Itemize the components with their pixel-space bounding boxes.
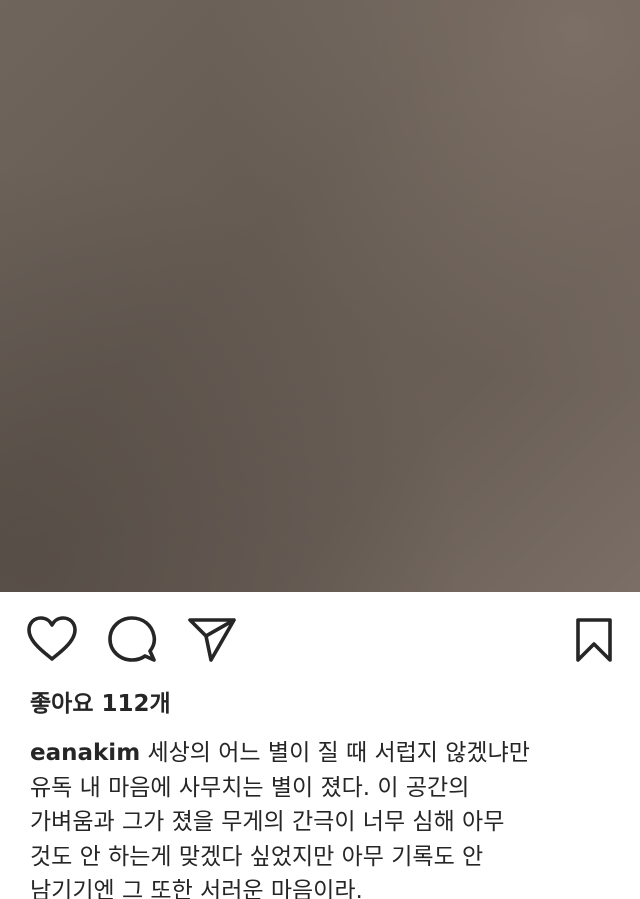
caption-line: eanakim 세상의 어느 별이 질 때 서럽지 않겠냐만: [30, 736, 620, 771]
caption-line: 유독 내 마음에 사무치는 별이 졌다. 이 공간의: [30, 774, 470, 801]
instagram-post: 좋아요 112개 eanakim 세상의 어느 별이 질 때 서럽지 않겠냐만 …: [0, 0, 640, 899]
heart-icon[interactable]: [26, 615, 78, 663]
paper-plane-icon[interactable]: [187, 615, 237, 663]
post-caption: eanakim 세상의 어느 별이 질 때 서럽지 않겠냐만 유독 내 마음에 …: [30, 736, 620, 899]
caption-line: 가벼움과 그가 졌을 무게의 간극이 너무 심해 아무: [30, 809, 505, 835]
caption-line: 것도 안 하는게 맞겠다 싶었지만 아무 기록도 안: [30, 843, 484, 870]
post-photo[interactable]: [0, 0, 640, 592]
comment-bubble-icon[interactable]: [107, 615, 157, 663]
username-link[interactable]: eanakim: [30, 740, 140, 766]
caption-line: 남기기엔 그 또한 서러운 마음이라.: [30, 878, 363, 899]
caption-text: 세상의 어느 별이 질 때 서럽지 않겠냐만: [147, 740, 530, 766]
bookmark-icon[interactable]: [575, 617, 613, 663]
action-bar: [0, 592, 640, 688]
likes-count[interactable]: 좋아요 112개: [30, 687, 171, 721]
